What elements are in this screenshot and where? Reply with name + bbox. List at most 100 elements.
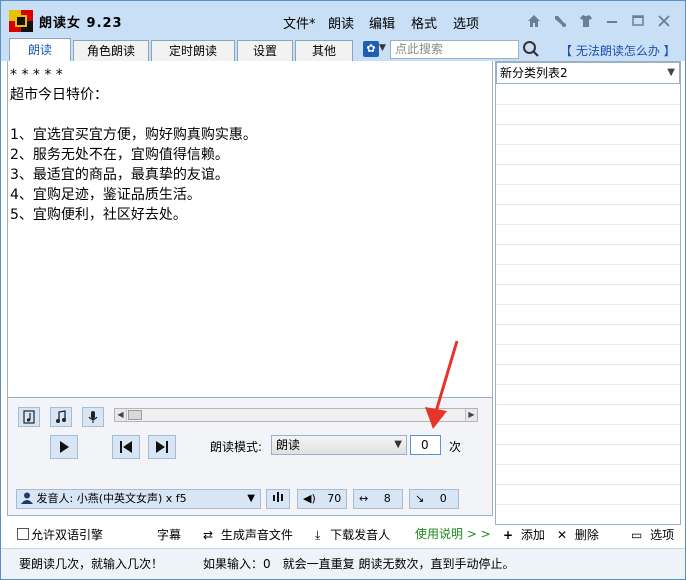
tab-settings[interactable]: 设置 — [237, 40, 293, 62]
voice-wave-icon[interactable] — [266, 489, 290, 509]
read-mode-select[interactable]: 朗读 ▼ — [271, 435, 407, 455]
delete-label: 删除 — [574, 528, 599, 542]
generate-audio-label: 生成声音文件 — [220, 528, 293, 542]
status-hint: 要朗读几次，就输入几次！ — [19, 557, 164, 571]
app-logo-icon — [9, 10, 33, 32]
speed-control[interactable]: ↔ 8 — [353, 489, 403, 509]
home-icon[interactable] — [521, 11, 547, 31]
list-divider — [496, 504, 680, 505]
baidu-paw-icon[interactable]: ✿ — [363, 41, 379, 57]
play-button[interactable] — [50, 435, 78, 459]
download-speaker-button[interactable]: ⤓ 下载发音人 — [315, 526, 390, 543]
x-icon: ✕ — [557, 528, 568, 542]
category-label: 新分类列表2 — [500, 66, 568, 80]
title-bar: 朗读女 9.23 文件* 朗读 编辑 格式 选项 — [1, 1, 685, 37]
subtitle-button[interactable]: 字幕 — [157, 526, 181, 543]
menu-options[interactable]: 选项 — [453, 13, 479, 32]
refresh-icon: ⇄ — [203, 528, 214, 542]
generate-audio-button[interactable]: ⇄ 生成声音文件 — [203, 526, 293, 543]
annotation-arrow — [425, 340, 459, 429]
dual-engine-checkbox[interactable] — [17, 528, 29, 540]
options-button[interactable]: ▭ 选项 — [631, 526, 674, 543]
tab-role-read[interactable]: 角色朗读 — [73, 40, 149, 62]
speed-value: 8 — [383, 492, 391, 505]
repeat-count-input[interactable]: 0 — [410, 435, 441, 455]
person-icon — [21, 492, 33, 504]
usage-link[interactable]: 使用说明 > > — [415, 525, 491, 542]
list-divider — [496, 144, 680, 145]
list-divider — [496, 264, 680, 265]
window-icon: ▭ — [631, 528, 643, 542]
list-divider — [496, 224, 680, 225]
plus-icon: + — [503, 528, 514, 542]
scroll-left-icon[interactable]: ◀ — [115, 409, 127, 421]
next-button[interactable] — [148, 435, 176, 459]
volume-value: 70 — [327, 492, 342, 505]
chevron-down-icon[interactable]: ▼ — [379, 43, 386, 53]
speaker-label: 发音人: 小燕(中英文女声) x f5 — [36, 492, 187, 505]
add-label: 添加 — [520, 528, 545, 542]
doc-music-icon[interactable] — [18, 407, 40, 427]
volume-icon: ◀) — [303, 492, 316, 505]
read-mode-value: 朗读 — [276, 438, 301, 452]
list-divider — [496, 204, 680, 205]
scroll-thumb[interactable] — [128, 410, 142, 420]
menu-file[interactable]: 文件* — [283, 13, 316, 32]
maximize-icon[interactable] — [625, 11, 651, 31]
music-note-icon[interactable] — [50, 407, 72, 427]
chevron-down-icon: ▼ — [394, 439, 402, 450]
list-divider — [496, 284, 680, 285]
previous-button[interactable] — [112, 435, 140, 459]
list-divider — [496, 384, 680, 385]
close-icon[interactable] — [651, 11, 677, 31]
scroll-right-icon[interactable]: ▶ — [465, 409, 477, 421]
search-input[interactable]: 点此搜索 — [390, 40, 519, 59]
window-controls — [521, 11, 677, 31]
list-divider — [496, 364, 680, 365]
tab-other[interactable]: 其他 — [295, 40, 353, 62]
list-divider — [496, 324, 680, 325]
volume-control[interactable]: ◀) 70 — [297, 489, 347, 509]
list-divider — [496, 424, 680, 425]
menu-format[interactable]: 格式 — [411, 13, 437, 32]
add-button[interactable]: + 添加 — [503, 526, 545, 543]
tools-icon[interactable] — [547, 11, 573, 31]
minimize-icon[interactable] — [599, 11, 625, 31]
list-divider — [496, 304, 680, 305]
list-divider — [496, 444, 680, 445]
list-divider — [496, 124, 680, 125]
status-bar: 要朗读几次，就输入几次！ 如果输入：0 就会一直重复 朗读无数次，直到手动停止。 — [1, 548, 685, 579]
pitch-control[interactable]: ↘ 0 — [409, 489, 459, 509]
read-mode-label: 朗读模式: — [210, 440, 263, 454]
delete-button[interactable]: ✕ 删除 — [557, 526, 599, 543]
chevron-down-icon: ▼ — [667, 67, 675, 78]
list-divider — [496, 464, 680, 465]
download-speaker-label: 下载发音人 — [330, 528, 391, 542]
list-divider — [496, 104, 680, 105]
search-icon[interactable] — [522, 40, 540, 58]
download-icon: ⤓ — [315, 528, 321, 542]
tab-timed-read[interactable]: 定时朗读 — [151, 40, 235, 62]
menu-edit[interactable]: 编辑 — [369, 13, 395, 32]
speaker-select[interactable]: 发音人: 小燕(中英文女声) x f5 ▼ — [16, 489, 261, 509]
skin-icon[interactable] — [573, 11, 599, 31]
options-label: 选项 — [650, 528, 675, 542]
help-link[interactable]: 【 无法朗读怎么办 】 — [560, 42, 676, 59]
tab-read[interactable]: 朗读 — [9, 38, 71, 62]
dual-engine-label: 允许双语引擎 — [31, 528, 104, 542]
list-divider — [496, 164, 680, 165]
microphone-icon[interactable] — [82, 407, 104, 427]
repeat-count-unit: 次 — [449, 440, 462, 454]
menu-read[interactable]: 朗读 — [328, 13, 354, 32]
status-detail: 如果输入：0 就会一直重复 朗读无数次，直到手动停止。 — [203, 557, 515, 571]
list-divider — [496, 184, 680, 185]
category-dropdown[interactable]: 新分类列表2 ▼ — [496, 62, 680, 84]
list-divider — [496, 244, 680, 245]
list-divider — [496, 344, 680, 345]
pitch-icon: ↘ — [415, 492, 425, 505]
category-panel: 新分类列表2 ▼ — [495, 61, 681, 525]
list-divider — [496, 404, 680, 405]
app-window: 朗读女 9.23 文件* 朗读 编辑 格式 选项 朗读 角色朗读 定时朗读 设置… — [0, 0, 686, 580]
app-title: 朗读女 9.23 — [39, 16, 123, 31]
list-divider — [496, 484, 680, 485]
